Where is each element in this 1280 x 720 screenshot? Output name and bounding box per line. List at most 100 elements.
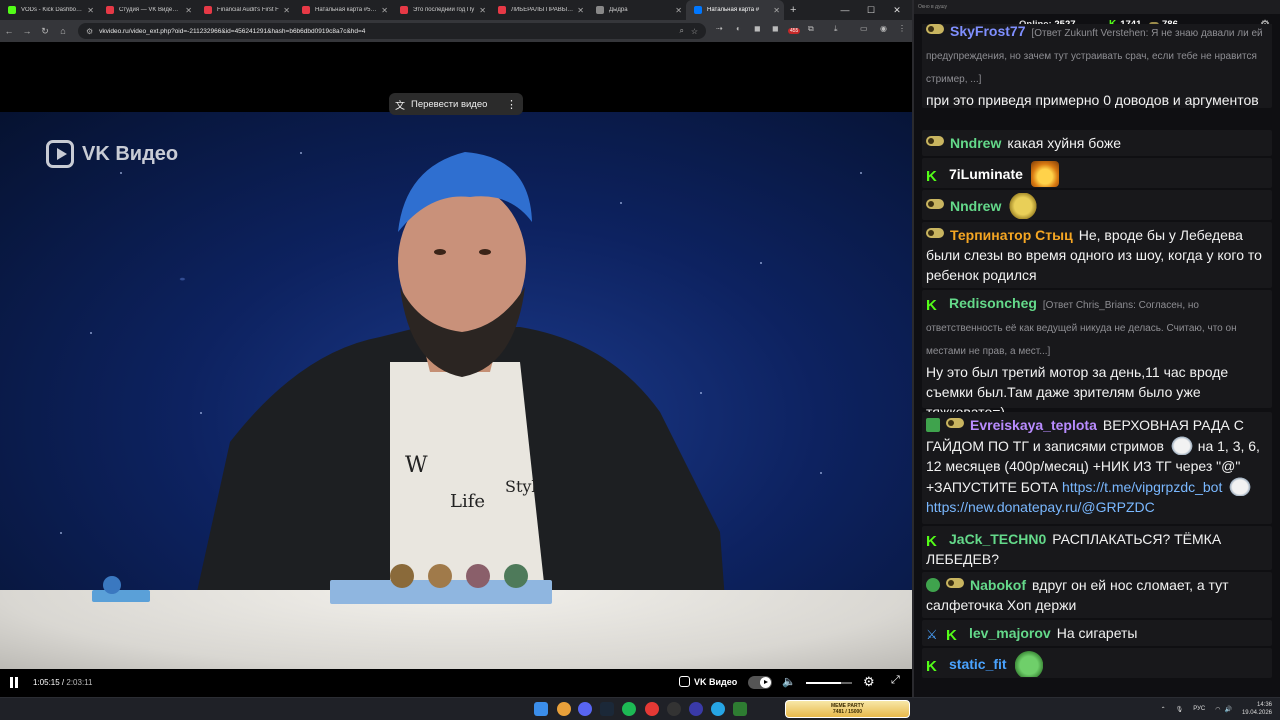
bookmark-star-icon[interactable]: ☆ [691, 27, 698, 36]
autoplay-toggle[interactable] [748, 676, 772, 689]
chat-username[interactable]: Терпинатор Стыц [950, 227, 1073, 243]
tab-close-icon[interactable]: ✕ [577, 6, 584, 15]
video-player[interactable]: W Life Styl VK Видео 文 Перевести видео ⋮… [0, 42, 912, 697]
language-indicator[interactable]: РУС [1193, 706, 1205, 712]
settings-gear-icon[interactable]: ⚙ [863, 674, 875, 690]
chat-username[interactable]: Nndrew [950, 135, 1001, 151]
speaker-icon[interactable]: 🔊 [1224, 706, 1231, 713]
tab-natal-chart-58[interactable]: Натальная карта #58 А ✕ [294, 0, 392, 20]
tray-chevron-icon[interactable]: ⌃ [1161, 706, 1166, 713]
donate-link[interactable]: https://new.donatepay.ru/@GRPZDC [926, 499, 1155, 515]
clock-time: 14:36 [1256, 702, 1272, 708]
app-icon[interactable] [733, 702, 747, 716]
steam-icon[interactable] [600, 702, 614, 716]
tab-vk-studio[interactable]: Студия — VK Видео Live ✕ [98, 0, 196, 20]
download-icon[interactable]: ⤓ [834, 24, 838, 34]
address-bar[interactable]: ⚙ vkvideo.ru/video_ext.php?oid=-21123296… [78, 23, 706, 39]
tab-natal-chart-active[interactable]: Натальная карта # ✕ [686, 0, 784, 20]
maximize-icon[interactable]: ☐ [858, 5, 884, 16]
chat-username[interactable]: Redisoncheg [949, 295, 1037, 311]
tab-close-icon[interactable]: ✕ [283, 6, 290, 15]
network-icon[interactable]: ◠ [1215, 706, 1220, 713]
clock-date: 19.04.2026 [1241, 710, 1272, 716]
tab-close-icon[interactable]: ✕ [773, 6, 780, 15]
profile-icon[interactable]: ◉ [880, 24, 887, 33]
url-text: vkvideo.ru/video_ext.php?oid=-211232966&… [99, 27, 366, 35]
tab-close-icon[interactable]: ✕ [675, 6, 682, 15]
chat-username[interactable]: lev_majorov [969, 625, 1051, 641]
extensions-puzzle-icon[interactable]: ⧉ [808, 24, 814, 34]
chat-username[interactable]: Evreiskaya_teplota [970, 417, 1097, 433]
translate-icon: 文 [395, 100, 405, 112]
meme-party-widget[interactable]: MEME PARTY 7481 / 15000 [785, 700, 910, 718]
brand-text: VK Видео [694, 676, 738, 687]
player-controls: 1:05:15 / 2:03:11 VK Видео 🔈 ⚙ ⤢ [0, 669, 912, 697]
chat-username[interactable]: 7iLuminate [949, 166, 1023, 182]
tab-label: Это последний год Пу [413, 7, 475, 13]
extension-icon[interactable]: ◐ [736, 24, 741, 33]
start-menu-icon[interactable] [534, 702, 548, 716]
app-icon[interactable] [689, 702, 703, 716]
crystal-ball [428, 564, 452, 588]
window-controls: — ☐ ✕ [832, 0, 910, 20]
crystal-ball [390, 564, 414, 588]
clock[interactable]: 14:36 19.04.2026 [1242, 701, 1272, 717]
pause-icon[interactable] [9, 677, 19, 688]
telegram-icon[interactable] [711, 702, 725, 716]
chat-username[interactable]: static_fit [949, 656, 1007, 672]
chrome-icon[interactable] [557, 702, 571, 716]
extension-icon[interactable]: ◼ [772, 24, 779, 33]
chat-message: Kstatic_fit [922, 648, 1272, 678]
volume-icon[interactable]: 🔈 [782, 675, 796, 688]
tab-strip: VODs - Kick Dashboard ✕ Студия — VK Видео… [0, 0, 912, 20]
site-info-icon[interactable]: ⚙ [86, 27, 93, 36]
share-icon[interactable]: ⇢ [716, 24, 723, 33]
back-icon[interactable]: ← [0, 26, 18, 36]
chat-message: K 7iLuminate [922, 158, 1272, 188]
chat-username[interactable]: Nabokof [970, 577, 1026, 593]
chat-username[interactable]: SkyFrost77 [950, 24, 1025, 39]
translate-video-button[interactable]: 文 Перевести видео ⋮ [389, 93, 523, 115]
spotify-icon[interactable] [622, 702, 636, 716]
zoom-icon[interactable]: ⌕ [680, 26, 684, 36]
chat-username[interactable]: JaCk_TECHN0 [949, 531, 1046, 547]
tab-close-icon[interactable]: ✕ [479, 6, 486, 15]
chat-window-titlebar: Окно в душу [914, 0, 1280, 14]
close-window-icon[interactable]: ✕ [884, 5, 910, 16]
tab-financial-audit[interactable]: Financial Audit's First F ✕ [196, 0, 294, 20]
vk-video-brand-link[interactable]: VK Видео [679, 676, 737, 687]
tab-last-year[interactable]: Это последний год Пу ✕ [392, 0, 490, 20]
home-icon[interactable]: ⌂ [54, 26, 72, 36]
tab-kick-vods[interactable]: VODs - Kick Dashboard ✕ [0, 0, 98, 20]
mic-icon[interactable]: 🎙 [1176, 706, 1184, 713]
app-icon[interactable] [645, 702, 659, 716]
discord-icon[interactable] [578, 702, 592, 716]
fullscreen-icon[interactable]: ⤢ [891, 674, 900, 687]
tab-dydra[interactable]: Дыдра ✕ [588, 0, 686, 20]
total-time: 2:03:11 [66, 678, 93, 687]
tab-liberals[interactable]: ЛИБЕРАЛЫ ПРАВЫ В? ✕ [490, 0, 588, 20]
cast-icon[interactable]: ▭ [860, 24, 868, 33]
minimize-icon[interactable]: — [832, 5, 858, 15]
pepe-emote-icon [1014, 651, 1043, 677]
new-tab-button[interactable]: + [784, 4, 802, 16]
chat-username[interactable]: Nndrew [950, 198, 1001, 214]
chat-message: K JaCk_TECHN0 РАСПЛАКАТЬСЯ? ТЁМКА ЛЕБЕДЕВ? [922, 526, 1272, 570]
obs-icon[interactable] [667, 702, 681, 716]
tab-close-icon[interactable]: ✕ [381, 6, 388, 15]
subscriber-badge-icon [926, 24, 944, 34]
reload-icon[interactable]: ↻ [36, 26, 54, 37]
crystal-ball [504, 564, 528, 588]
video-frame[interactable]: W Life Styl VK Видео [0, 112, 912, 669]
table-props [92, 564, 552, 604]
tab-close-icon[interactable]: ✕ [185, 6, 192, 15]
more-options-icon[interactable]: ⋮ [506, 98, 517, 111]
bot-link[interactable]: https://t.me/vipgrpzdc_bot [1062, 479, 1222, 495]
menu-dots-icon[interactable]: ⋮ [898, 24, 906, 33]
extension-icon[interactable]: ◼ [754, 24, 761, 33]
youtube-favicon-icon [400, 6, 408, 14]
sword-badge-icon: ⚔ [926, 627, 938, 642]
volume-slider[interactable] [806, 682, 852, 684]
tab-close-icon[interactable]: ✕ [87, 6, 94, 15]
forward-icon[interactable]: → [18, 26, 36, 36]
